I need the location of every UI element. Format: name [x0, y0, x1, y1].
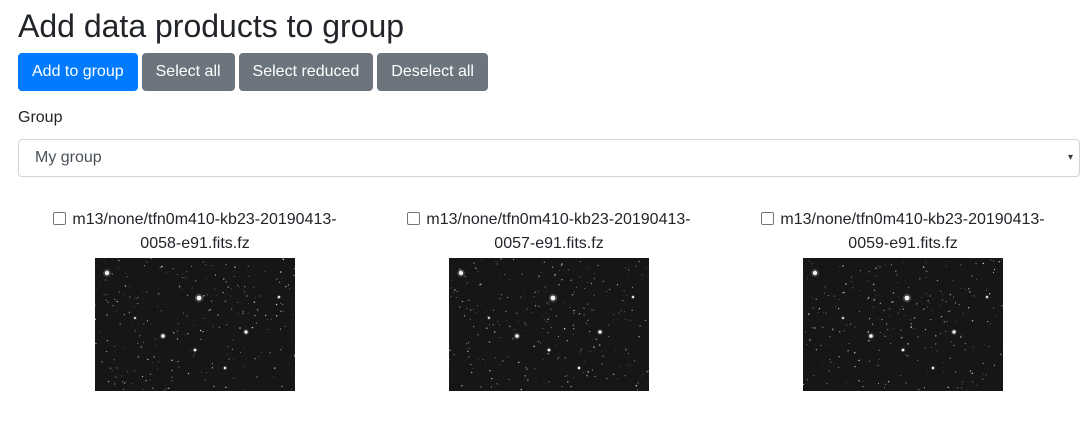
data-product-item: m13/none/tfn0m410-kb23-20190413- 0057-e9…	[389, 208, 709, 391]
data-product-label[interactable]: m13/none/tfn0m410-kb23-20190413- 0057-e9…	[389, 208, 709, 256]
data-product-label[interactable]: m13/none/tfn0m410-kb23-20190413- 0059-e9…	[743, 208, 1063, 256]
star-field-image	[449, 258, 649, 391]
group-label: Group	[18, 109, 63, 126]
group-select-value: My group	[35, 149, 102, 166]
page: Add data products to group Add to group …	[0, 0, 1089, 421]
data-product-name-line1: m13/none/tfn0m410-kb23-20190413-	[426, 211, 691, 228]
data-product-checkbox[interactable]	[53, 212, 67, 225]
data-product-name-line2: 0058-e91.fits.fz	[140, 235, 250, 252]
data-product-name-line2: 0057-e91.fits.fz	[494, 235, 604, 252]
star-field-image	[95, 258, 295, 391]
data-product-label[interactable]: m13/none/tfn0m410-kb23-20190413- 0058-e9…	[35, 208, 355, 256]
data-product-item: m13/none/tfn0m410-kb23-20190413- 0058-e9…	[35, 208, 355, 391]
data-product-name-line1: m13/none/tfn0m410-kb23-20190413-	[72, 211, 337, 228]
data-product-item: m13/none/tfn0m410-kb23-20190413- 0059-e9…	[743, 208, 1063, 391]
data-product-thumbnail	[803, 258, 1003, 391]
deselect-all-button[interactable]: Deselect all	[377, 53, 488, 91]
data-product-checkbox[interactable]	[761, 212, 775, 225]
data-product-checkbox[interactable]	[407, 212, 421, 225]
chevron-down-icon: ▾	[1067, 152, 1073, 163]
data-product-thumbnail	[449, 258, 649, 391]
toolbar: Add to group Select all Select reduced D…	[18, 53, 488, 91]
data-product-name-line2: 0059-e91.fits.fz	[848, 235, 958, 252]
page-title: Add data products to group	[18, 8, 405, 44]
star-field-image	[803, 258, 1003, 391]
select-all-button[interactable]: Select all	[141, 53, 235, 91]
data-product-thumbnail	[95, 258, 295, 391]
data-products-list: m13/none/tfn0m410-kb23-20190413- 0058-e9…	[0, 208, 1089, 398]
select-reduced-button[interactable]: Select reduced	[238, 53, 374, 91]
group-select[interactable]: My group ▾	[18, 139, 1080, 177]
add-to-group-button[interactable]: Add to group	[18, 53, 138, 91]
data-product-name-line1: m13/none/tfn0m410-kb23-20190413-	[780, 211, 1045, 228]
